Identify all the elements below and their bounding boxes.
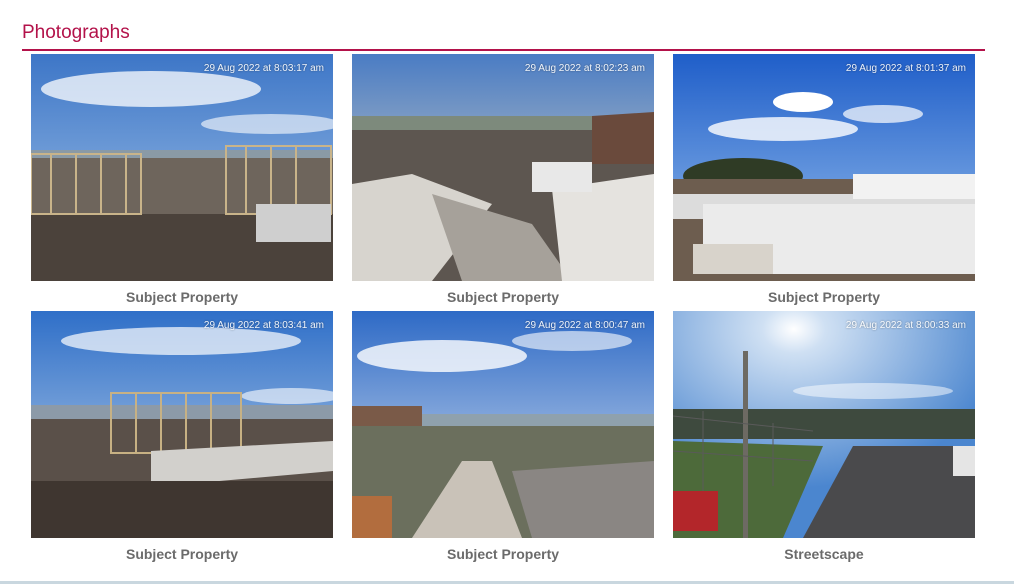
photo-caption: Subject Property bbox=[125, 289, 239, 305]
photo-timestamp: 29 Aug 2022 at 8:03:41 am bbox=[203, 320, 324, 331]
photo-timestamp: 29 Aug 2022 at 8:00:47 am bbox=[524, 320, 645, 331]
photo-timestamp: 29 Aug 2022 at 8:03:17 am bbox=[203, 63, 324, 74]
site-photo-block-walls[interactable]: 29 Aug 2022 at 8:01:37 am bbox=[673, 54, 975, 281]
photo-card: 29 Aug 2022 at 8:03:41 am Subject Proper… bbox=[31, 311, 333, 563]
photo-caption: Subject Property bbox=[446, 546, 560, 562]
site-photo-streetscape[interactable]: 29 Aug 2022 at 8:00:33 am bbox=[673, 311, 975, 538]
photo-card: 29 Aug 2022 at 8:03:17 am Subject Proper… bbox=[31, 54, 333, 306]
photo-caption: Subject Property bbox=[125, 546, 239, 562]
site-photo-frame-dirt[interactable]: 29 Aug 2022 at 8:03:41 am bbox=[31, 311, 333, 538]
photo-caption: Streetscape bbox=[784, 546, 864, 562]
site-photo-frames-bay[interactable]: 29 Aug 2022 at 8:03:17 am bbox=[31, 54, 333, 281]
photo-timestamp: 29 Aug 2022 at 8:00:33 am bbox=[845, 320, 966, 331]
photo-card: 29 Aug 2022 at 8:00:47 am Subject Proper… bbox=[352, 311, 654, 563]
site-photo-retaining-walls[interactable]: 29 Aug 2022 at 8:02:23 am bbox=[352, 54, 654, 281]
photo-caption: Subject Property bbox=[446, 289, 560, 305]
site-photo-driveway[interactable]: 29 Aug 2022 at 8:00:47 am bbox=[352, 311, 654, 538]
photo-timestamp: 29 Aug 2022 at 8:01:37 am bbox=[845, 63, 966, 74]
photo-caption: Subject Property bbox=[767, 289, 881, 305]
section-title: Photographs bbox=[22, 22, 130, 43]
photo-card: 29 Aug 2022 at 8:01:37 am Subject Proper… bbox=[673, 54, 975, 306]
photo-timestamp: 29 Aug 2022 at 8:02:23 am bbox=[524, 63, 645, 74]
photo-card: 29 Aug 2022 at 8:02:23 am Subject Proper… bbox=[352, 54, 654, 306]
title-divider bbox=[22, 49, 985, 51]
photo-card: 29 Aug 2022 at 8:00:33 am Streetscape bbox=[673, 311, 975, 563]
